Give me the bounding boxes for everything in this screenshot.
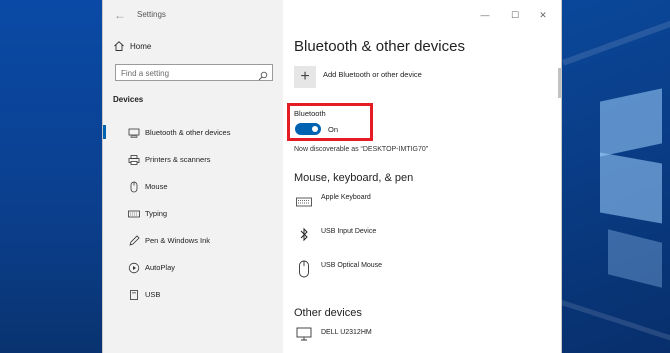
plus-icon: + (300, 68, 310, 85)
desktop-light-pane (608, 229, 662, 288)
sidebar-item-label: Pen & Windows Ink (145, 236, 211, 245)
sidebar-item-printers[interactable]: Printers & scanners (103, 149, 283, 169)
sidebar-item-pen[interactable]: Pen & Windows Ink (103, 230, 283, 250)
home-icon (113, 40, 125, 52)
section-other-devices-heading: Other devices (294, 307, 362, 319)
sidebar-item-label: Typing (145, 209, 168, 218)
sidebar-item-label: AutoPlay (145, 263, 176, 272)
content-pane: — ☐ ✕ Bluetooth & other devices + Add Bl… (283, 0, 563, 353)
mouse-icon (296, 260, 312, 278)
sidebar-item-bluetooth[interactable]: Bluetooth & other devices (103, 122, 283, 142)
printer-icon (128, 153, 140, 165)
maximize-button[interactable]: ☐ (507, 6, 523, 24)
usb-icon (128, 288, 140, 300)
bluetooth-icon (296, 226, 312, 244)
desktop-light-pane (600, 88, 662, 157)
settings-window: ← Settings Home Devices Bluetooth & othe… (102, 0, 562, 353)
autoplay-icon (128, 261, 140, 274)
device-label: Apple Keyboard (321, 194, 371, 201)
device-row-dell-monitor[interactable]: DELL U2312HM (294, 327, 544, 353)
device-label: USB Optical Mouse (321, 262, 383, 269)
window-title: Settings (137, 10, 166, 19)
bluetooth-devices-icon (128, 126, 140, 138)
search-box[interactable] (115, 64, 273, 81)
window-controls: — ☐ ✕ (477, 6, 557, 24)
back-arrow-icon: ← (114, 8, 126, 22)
section-input-devices-heading: Mouse, keyboard, & pen (294, 172, 414, 184)
sidebar-item-typing[interactable]: Typing (103, 203, 283, 223)
search-input[interactable] (121, 68, 251, 78)
back-button[interactable]: ← (111, 6, 129, 24)
page-title: Bluetooth & other devices (294, 38, 465, 55)
search-icon[interactable] (258, 68, 268, 81)
device-label: USB Input Device (321, 228, 377, 235)
section-devices-label: Devices (113, 95, 144, 104)
sidebar-item-label: Mouse (145, 182, 168, 191)
content-scrollbar[interactable] (558, 68, 561, 98)
pen-icon (128, 234, 140, 246)
device-label: DELL U2312HM (321, 329, 372, 336)
mouse-icon (128, 180, 140, 193)
sidebar-item-usb[interactable]: USB (103, 284, 283, 304)
desktop-light-beam (562, 18, 670, 66)
add-device-button[interactable]: + (294, 66, 316, 88)
monitor-icon (296, 327, 312, 345)
close-button[interactable]: ✕ (535, 6, 551, 24)
red-highlight-box (287, 103, 373, 141)
device-row-usb-mouse[interactable]: USB Optical Mouse (294, 260, 544, 286)
home-label: Home (130, 42, 152, 51)
sidebar-item-home[interactable]: Home (111, 38, 271, 56)
minimize-button[interactable]: — (477, 6, 493, 24)
sidebar-item-mouse[interactable]: Mouse (103, 176, 283, 196)
device-row-usb-input[interactable]: USB Input Device (294, 226, 544, 252)
keyboard-icon (296, 195, 312, 213)
desktop-light-pane (600, 152, 662, 224)
sidebar-item-autoplay[interactable]: AutoPlay (103, 257, 283, 277)
discoverable-text: Now discoverable as “DESKTOP-IMTIG70” (294, 146, 429, 153)
sidebar-item-label: Bluetooth & other devices (145, 128, 231, 137)
sidebar-item-label: USB (145, 290, 161, 299)
add-device-label[interactable]: Add Bluetooth or other device (323, 70, 422, 79)
desktop-light-beam (560, 300, 670, 342)
desktop-left-area (0, 0, 102, 353)
settings-sidebar: ← Settings Home Devices Bluetooth & othe… (103, 0, 283, 353)
keyboard-icon (128, 207, 140, 219)
sidebar-item-label: Printers & scanners (145, 155, 211, 164)
device-row-apple-keyboard[interactable]: Apple Keyboard (294, 192, 544, 218)
